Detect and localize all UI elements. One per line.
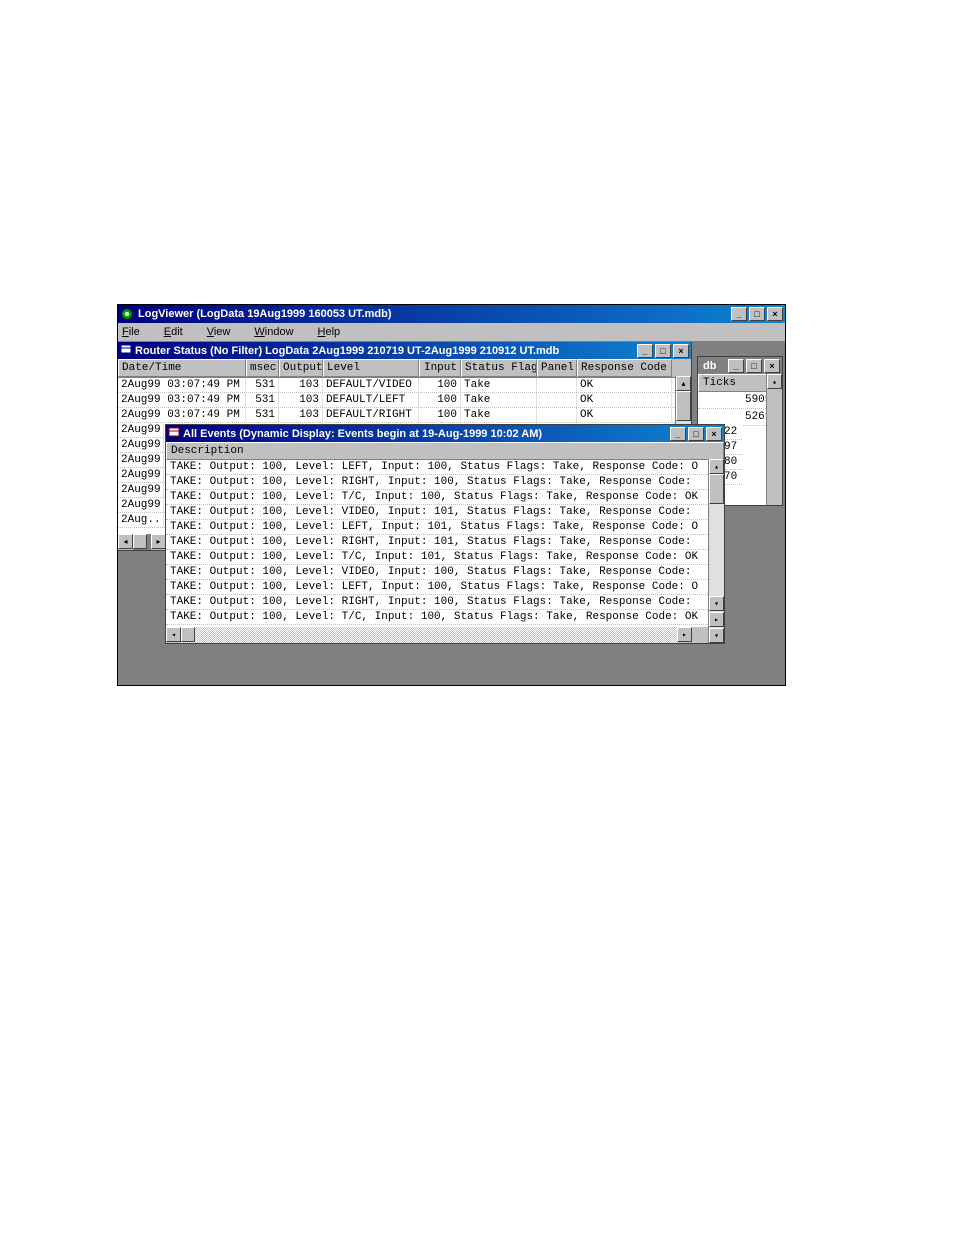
scroll-thumb[interactable] <box>133 534 147 549</box>
col-panel[interactable]: Panel <box>537 359 577 377</box>
events-window-icon <box>168 426 180 441</box>
ticks-close-button[interactable]: × <box>764 359 780 373</box>
list-item[interactable]: TAKE: Output: 100, Level: LEFT, Input: 1… <box>166 460 724 475</box>
events-maximize-button[interactable]: □ <box>688 427 704 441</box>
events-close-button[interactable]: × <box>706 427 722 441</box>
scroll-thumb[interactable] <box>709 474 724 504</box>
app-window: LogViewer (LogData 19Aug1999 160053 UT.m… <box>117 304 786 686</box>
list-item[interactable]: TAKE: Output: 100, Level: T/C, Input: 10… <box>166 490 724 505</box>
scroll-thumb[interactable] <box>181 627 195 642</box>
list-item[interactable]: TAKE: Output: 100, Level: RIGHT, Input: … <box>166 475 724 490</box>
scroll-right-icon[interactable]: ▸ <box>151 534 166 549</box>
scroll-right-icon[interactable]: ▸ <box>677 627 692 642</box>
list-item: 97 <box>722 440 742 455</box>
list-item: 70 <box>722 470 742 485</box>
events-scrollbar-vertical[interactable]: ▴ ▾ ▸ ▾ <box>708 459 724 643</box>
scroll-up-icon[interactable]: ▴ <box>767 374 782 389</box>
scroll-left-icon[interactable]: ◂ <box>166 627 181 642</box>
list-item[interactable]: TAKE: Output: 100, Level: LEFT, Input: 1… <box>166 580 724 595</box>
router-titlebar[interactable]: Router Status (No Filter) LogData 2Aug19… <box>118 342 691 359</box>
table-row[interactable]: 2Aug99 03:07:49 PM531103DEFAULT/VIDEO100… <box>118 378 691 393</box>
list-item[interactable]: TAKE: Output: 100, Level: VIDEO, Input: … <box>166 505 724 520</box>
events-scrollbar-horizontal[interactable]: ◂ ▸ <box>166 627 708 643</box>
list-item[interactable]: TAKE: Output: 100, Level: VIDEO, Input: … <box>166 565 724 580</box>
events-column-header[interactable]: Description <box>166 442 724 460</box>
list-item[interactable]: TAKE: Output: 100, Level: LEFT, Input: 1… <box>166 520 724 535</box>
router-maximize-button[interactable]: □ <box>655 344 671 358</box>
minimize-button[interactable]: _ <box>731 307 747 321</box>
maximize-button[interactable]: □ <box>749 307 765 321</box>
col-output[interactable]: Output <box>279 359 323 377</box>
app-title: LogViewer (LogData 19Aug1999 160053 UT.m… <box>138 308 729 320</box>
events-minimize-button[interactable]: _ <box>670 427 686 441</box>
list-item: 22 <box>722 425 742 440</box>
router-scrollbar-horizontal[interactable]: ◂ ▸ <box>118 534 166 550</box>
list-item: 80 <box>722 455 742 470</box>
col-response-code[interactable]: Response Code <box>577 359 672 377</box>
col-status-flag[interactable]: Status Flag <box>461 359 537 377</box>
ticks-maximize-button[interactable]: □ <box>746 359 762 373</box>
menu-file[interactable]: File <box>122 326 152 338</box>
events-list-body: TAKE: Output: 100, Level: LEFT, Input: 1… <box>166 460 724 625</box>
list-item[interactable]: TAKE: Output: 100, Level: RIGHT, Input: … <box>166 535 724 550</box>
menubar: File Edit View Window Help <box>118 323 785 342</box>
events-title: All Events (Dynamic Display: Events begi… <box>183 428 668 440</box>
col-input[interactable]: Input <box>419 359 461 377</box>
app-icon <box>120 307 134 321</box>
dropdown-icon[interactable]: ▾ <box>709 628 724 643</box>
list-item[interactable]: TAKE: Output: 100, Level: T/C, Input: 10… <box>166 550 724 565</box>
col-level[interactable]: Level <box>323 359 419 377</box>
list-item[interactable]: TAKE: Output: 100, Level: T/C, Input: 10… <box>166 610 724 625</box>
scroll-up-icon[interactable]: ▴ <box>676 376 691 391</box>
col-msec[interactable]: msec <box>246 359 279 377</box>
ticks-titlebar[interactable]: db _ □ × <box>698 357 782 374</box>
router-window-icon <box>120 343 132 358</box>
events-titlebar[interactable]: All Events (Dynamic Display: Events begi… <box>166 425 724 442</box>
table-row[interactable]: 2Aug99 03:07:49 PM531103DEFAULT/LEFT100T… <box>118 393 691 408</box>
col-datetime[interactable]: Date/Time <box>118 359 246 377</box>
table-row[interactable]: 2Aug99 03:07:49 PM531103DEFAULT/RIGHT100… <box>118 408 691 423</box>
scroll-right-icon[interactable]: ▸ <box>709 612 724 627</box>
resize-grip[interactable] <box>692 627 708 643</box>
router-title: Router Status (No Filter) LogData 2Aug19… <box>135 345 635 357</box>
scroll-left-icon[interactable]: ◂ <box>118 534 133 549</box>
router-grid-header: Date/Time msec Output Level Input Status… <box>118 359 691 378</box>
menu-view[interactable]: View <box>207 326 243 338</box>
ticks-minimize-button[interactable]: _ <box>728 359 744 373</box>
ticks-scrollbar-vertical[interactable]: ▴ <box>766 374 782 505</box>
menu-window[interactable]: Window <box>254 326 305 338</box>
main-titlebar: LogViewer (LogData 19Aug1999 160053 UT.m… <box>118 305 785 323</box>
menu-help[interactable]: Help <box>318 326 353 338</box>
router-minimize-button[interactable]: _ <box>637 344 653 358</box>
scroll-up-icon[interactable]: ▴ <box>709 459 724 474</box>
events-window: All Events (Dynamic Display: Events begi… <box>165 424 725 644</box>
mdi-client-area: db _ □ × Ticks 5905052615 ▴ <box>118 342 785 685</box>
list-item[interactable]: TAKE: Output: 100, Level: RIGHT, Input: … <box>166 595 724 610</box>
scroll-thumb[interactable] <box>676 391 691 421</box>
router-close-button[interactable]: × <box>673 344 689 358</box>
router-grid-body: 2Aug99 03:07:49 PM531103DEFAULT/VIDEO100… <box>118 378 691 423</box>
scroll-down-icon[interactable]: ▾ <box>709 596 724 611</box>
close-button[interactable]: × <box>767 307 783 321</box>
ticks-title: db <box>703 360 726 372</box>
menu-edit[interactable]: Edit <box>164 326 195 338</box>
